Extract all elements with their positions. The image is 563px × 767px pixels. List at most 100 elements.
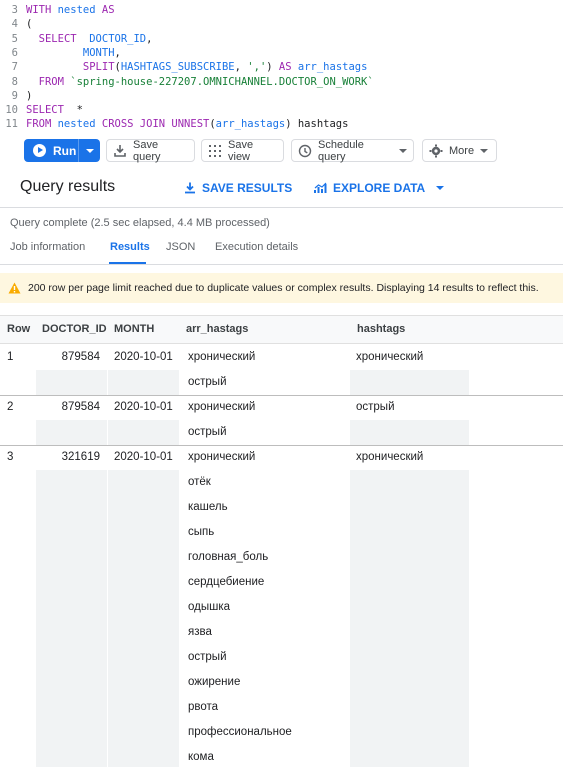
code-token: SPLIT xyxy=(82,61,115,74)
empty-cell xyxy=(350,370,469,395)
row-number-cell: 1 xyxy=(7,351,14,363)
save-results-label: SAVE RESULTS xyxy=(202,181,293,195)
line-number: 3 xyxy=(11,4,18,16)
chart-icon xyxy=(314,182,327,193)
tab-results[interactable]: Results xyxy=(110,241,150,253)
run-button[interactable]: Run xyxy=(24,139,100,162)
empty-cell xyxy=(108,745,179,767)
tab-execution-details[interactable]: Execution details xyxy=(215,241,298,253)
array-value-cell: кашель xyxy=(188,501,228,513)
month-cell: 2020-10-01 xyxy=(114,401,173,413)
divider xyxy=(0,264,563,265)
code-token: MONTH xyxy=(82,46,115,59)
array-value-cell: профессиональное xyxy=(188,726,292,738)
code-line[interactable]: 8 FROM `spring-house-227207.OMNICHANNEL.… xyxy=(0,75,374,90)
grid-view-icon xyxy=(209,144,221,157)
code-token: nested xyxy=(57,118,102,131)
code-token: ) xyxy=(266,61,279,74)
chevron-down-icon xyxy=(399,148,407,153)
array-value-cell: острый xyxy=(188,426,227,438)
chevron-down-icon xyxy=(85,148,94,153)
code-token: SELECT xyxy=(26,104,77,117)
array-value-cell: рвота xyxy=(188,701,219,713)
sql-editor[interactable]: 3 WITH nested AS 4(5 SELECT DOCTOR_ID, 6 MO… xyxy=(0,0,563,133)
tab-job-information[interactable]: Job information xyxy=(10,241,85,253)
code-line[interactable]: 3 WITH nested AS xyxy=(0,3,115,18)
run-options-dropdown[interactable] xyxy=(79,148,100,153)
code-token: `spring-house-227207.OMNICHANNEL.DOCTOR_… xyxy=(70,75,374,88)
table-row[interactable]: хронический отёк кашель сыпь головная_боль се… xyxy=(0,445,563,767)
empty-cell xyxy=(108,520,179,545)
line-number: 6 xyxy=(11,46,18,59)
line-number: 4 xyxy=(11,18,18,31)
column-header-row: Row xyxy=(7,323,31,335)
chevron-down-icon xyxy=(436,186,445,190)
row-number-cell: 2 xyxy=(7,401,14,413)
gear-icon xyxy=(429,144,443,157)
array-value-cell: отёк xyxy=(188,476,211,488)
more-button[interactable]: More xyxy=(422,139,497,162)
empty-cell xyxy=(350,420,469,445)
table-row[interactable]: хронический острый 2 879584 2020-10-01 остры… xyxy=(0,395,563,445)
code-line[interactable]: 6 MONTH, xyxy=(0,46,121,61)
save-results-button[interactable]: SAVE RESULTS xyxy=(184,181,292,195)
empty-cell xyxy=(350,495,469,520)
table-row[interactable]: хронический острый 1 879584 2020-10-01 хронич… xyxy=(0,345,563,395)
more-label: More xyxy=(449,144,475,157)
empty-cell xyxy=(350,645,469,670)
query-status: Query complete (2.5 sec elapsed, 4.4 MB … xyxy=(10,217,270,229)
empty-cell xyxy=(108,595,179,620)
empty-cell xyxy=(350,570,469,595)
row-number-cell: 3 xyxy=(7,451,14,463)
array-value-cell: хронический xyxy=(188,451,256,463)
array-value-cell: кома xyxy=(188,751,214,763)
empty-cell xyxy=(36,695,107,720)
divider xyxy=(0,207,563,208)
code-token: ) xyxy=(26,89,33,102)
code-line[interactable]: 11 FROM nested CROSS JOIN UNNEST(arr_hast… xyxy=(0,117,348,132)
save-view-button[interactable]: Save view xyxy=(201,139,284,163)
doctor-id-cell: 879584 xyxy=(61,401,100,413)
code-line[interactable]: 4( xyxy=(0,17,33,32)
array-value-cell: сердцебиение xyxy=(188,576,265,588)
code-token: , xyxy=(114,46,121,59)
save-query-button[interactable]: Save query xyxy=(106,138,195,163)
hashtag-cell: хронический xyxy=(356,351,424,363)
warning-text: 200 row per page limit reached due to du… xyxy=(28,282,539,294)
run-button-label: Run xyxy=(53,143,77,158)
save-query-label: Save query xyxy=(133,138,161,163)
results-title: Query results xyxy=(20,178,116,195)
code-token: WITH xyxy=(26,4,58,16)
code-line[interactable]: 5 SELECT DOCTOR_ID, xyxy=(0,32,153,47)
column-header-month: MONTH xyxy=(114,323,155,335)
code-line[interactable]: 10 SELECT * xyxy=(0,103,83,118)
download-icon xyxy=(114,144,126,157)
empty-cell xyxy=(350,520,469,545)
empty-cell xyxy=(108,620,179,645)
schedule-query-label: Schedule query xyxy=(318,138,364,163)
empty-cell xyxy=(350,595,469,620)
empty-cell xyxy=(36,495,107,520)
empty-cell xyxy=(108,470,179,495)
explore-data-button[interactable]: EXPLORE DATA xyxy=(314,181,445,195)
empty-cell xyxy=(108,420,179,445)
empty-cell xyxy=(36,370,107,395)
month-cell: 2020-10-01 xyxy=(114,351,173,363)
empty-cell xyxy=(350,695,469,720)
schedule-query-button[interactable]: Schedule query xyxy=(291,138,414,163)
array-value-cell: язва xyxy=(188,626,212,638)
empty-cell xyxy=(350,620,469,645)
code-line[interactable]: 9) xyxy=(0,89,33,104)
tab-json[interactable]: JSON xyxy=(166,241,195,253)
code-token: HASHTAGS_SUBSCRIBE xyxy=(120,61,235,74)
array-value-cell: хронический xyxy=(188,401,256,413)
array-value-cell: ожирение xyxy=(188,676,241,688)
code-token: AS xyxy=(101,4,115,16)
empty-cell xyxy=(108,645,179,670)
code-token: nested xyxy=(57,4,102,16)
empty-cell xyxy=(36,670,107,695)
code-line[interactable]: 7 SPLIT(HASHTAGS_SUBSCRIBE, ',') AS arr_… xyxy=(0,60,368,75)
doctor-id-cell: 879584 xyxy=(61,351,100,363)
